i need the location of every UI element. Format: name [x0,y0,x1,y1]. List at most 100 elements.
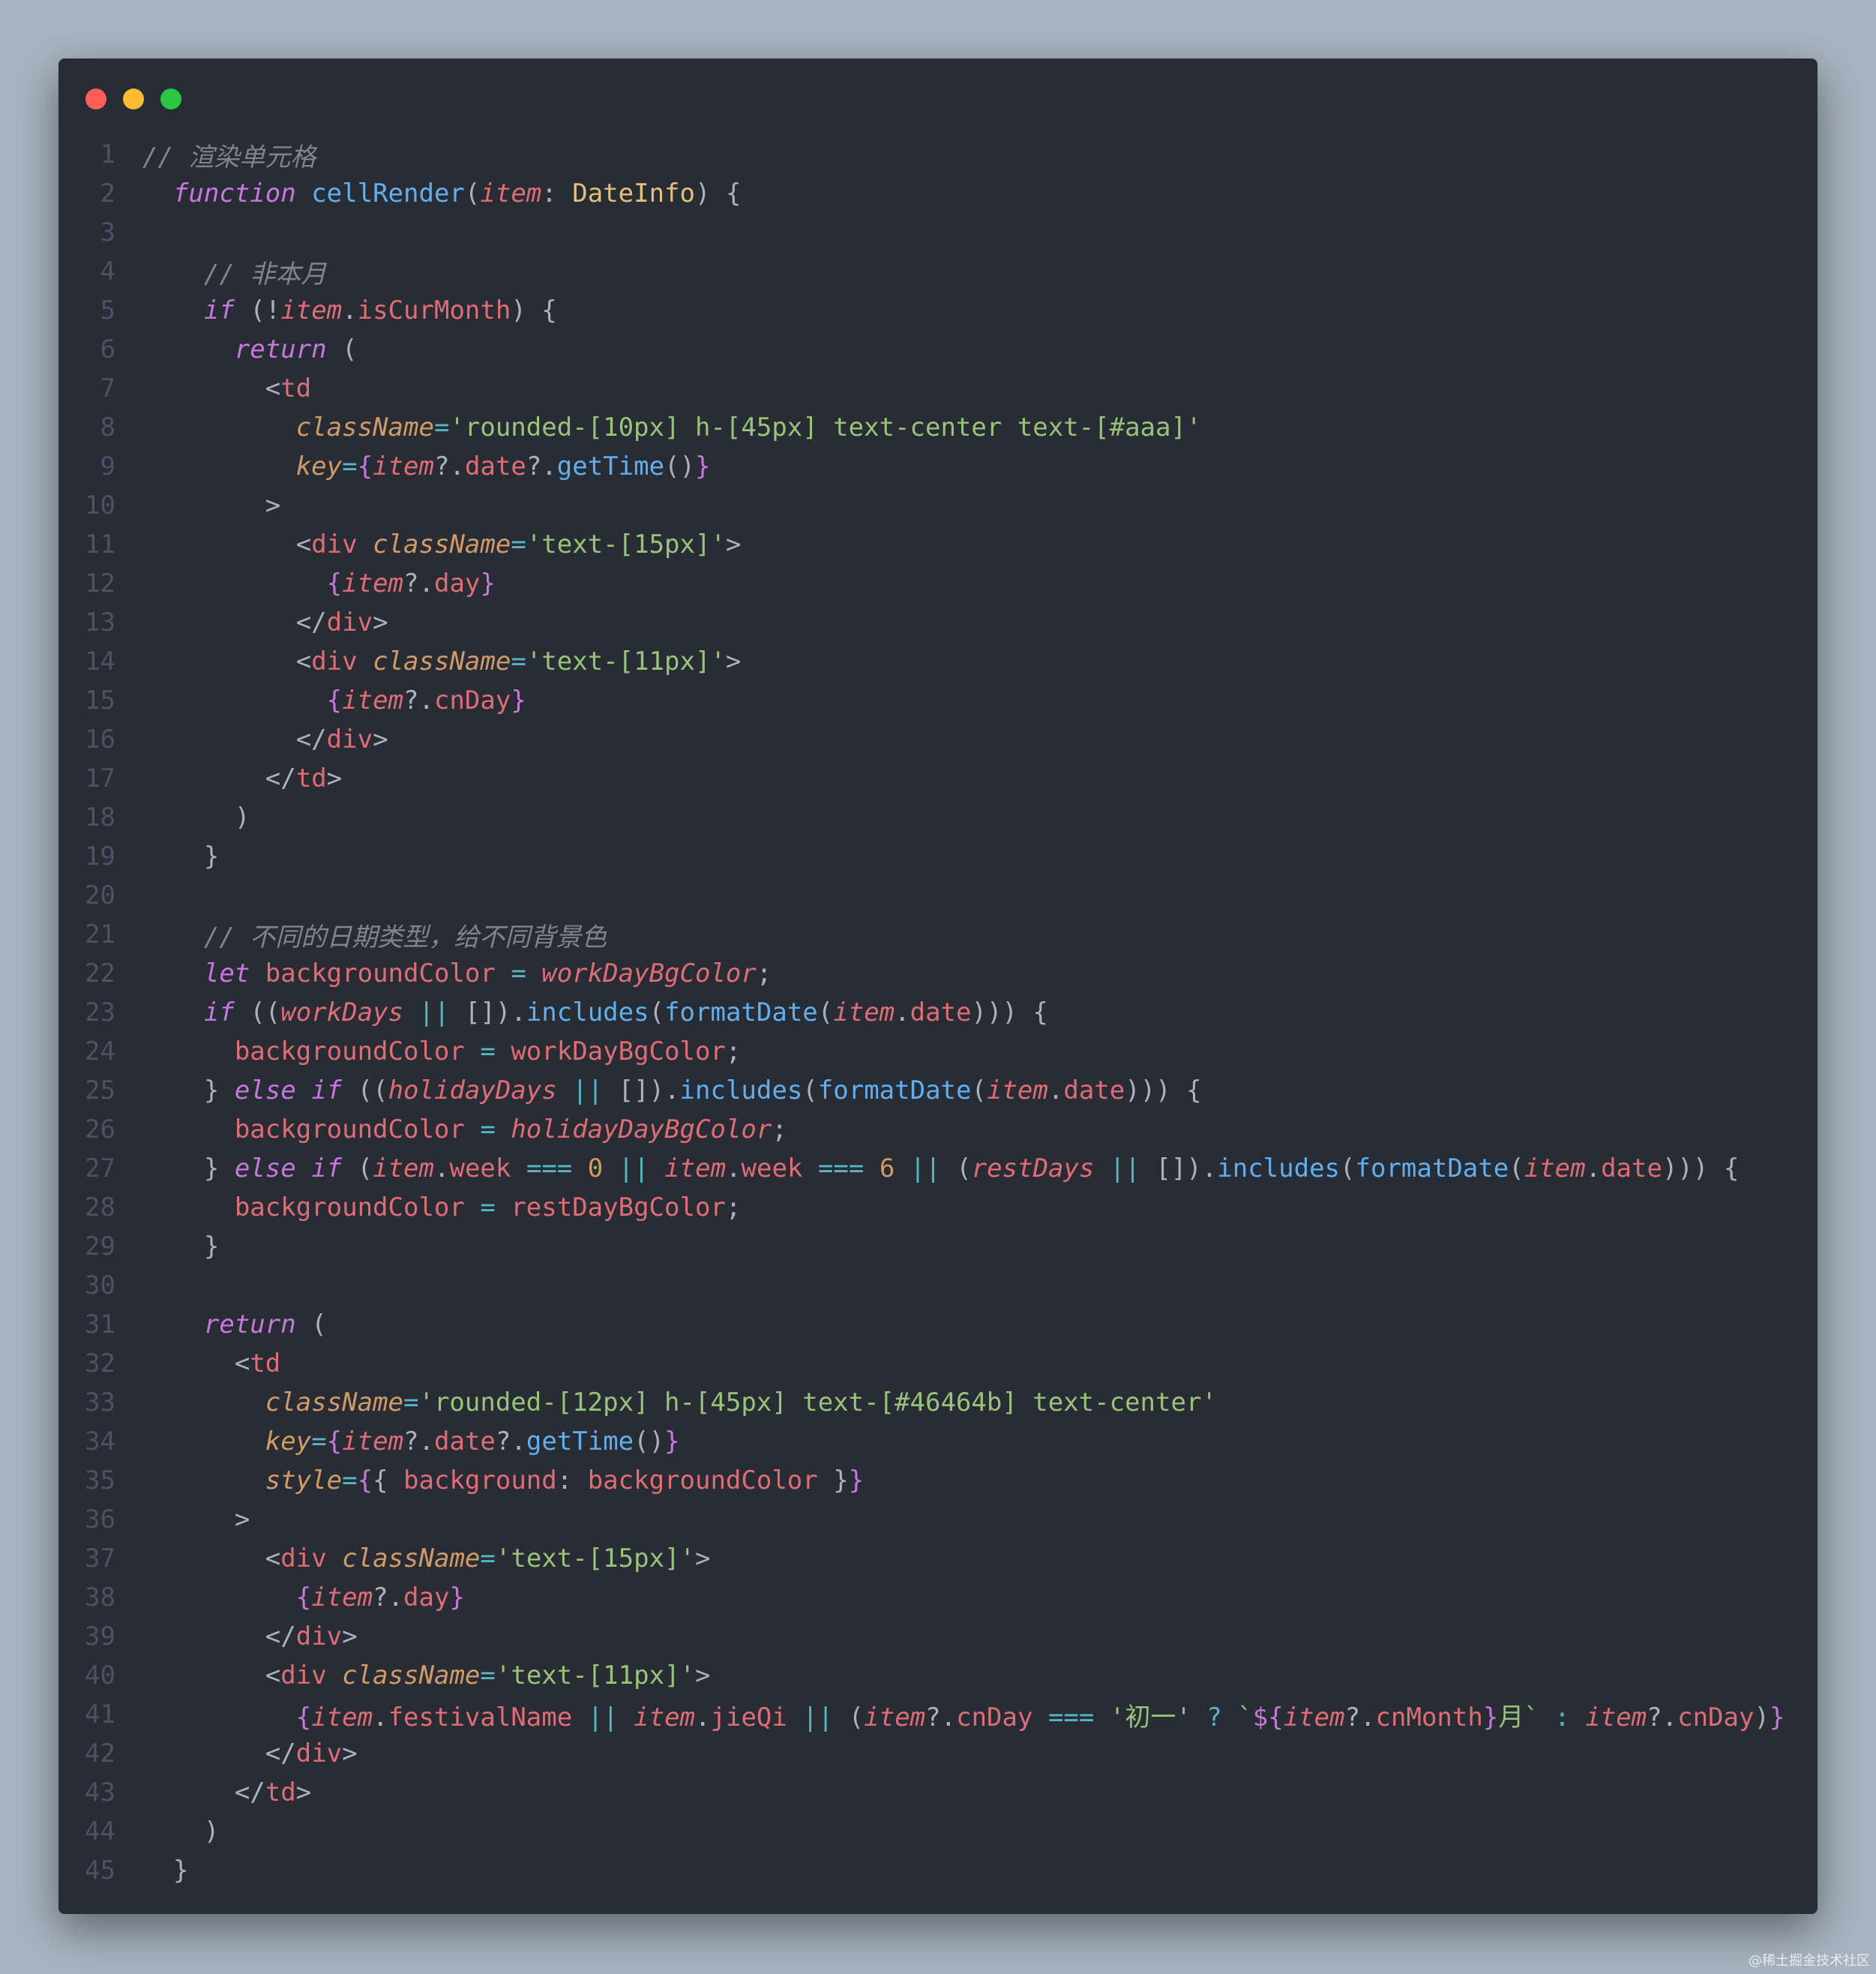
code-token: > [373,724,388,754]
code-token: 0 [587,1154,604,1184]
code-token: </ [295,608,327,638]
line-number: 5 [100,296,115,326]
code-token: { [326,686,343,716]
code-token: || [1109,1154,1140,1184]
code-token: td [280,374,312,404]
code-token: formatDate [664,998,818,1028]
code-editor[interactable]: 1// 渲染单元格 2 function cellRender(item: Dat… [58,135,1818,1890]
code-line: 15 {item?.cnDay} [58,681,1818,720]
line-text: <div className='text-[11px]'> [142,646,742,676]
code-token: item [1585,1702,1647,1732]
code-token: . [373,1702,388,1732]
line-text: } [142,1232,219,1262]
code-token: ?. [526,452,557,482]
code-token: cnDay [1677,1702,1755,1732]
code-token: } [480,568,496,598]
code-token: div [295,1622,343,1652]
line-text: backgroundColor = restDayBgColor; [142,1192,742,1222]
code-token: (! [234,296,281,326]
line-number: 45 [85,1856,115,1886]
code-token: > [295,1778,312,1808]
code-token: ` [1237,1702,1253,1732]
code-line: 36 > [58,1500,1818,1539]
line-number: 10 [85,490,115,520]
code-token: > [725,530,742,560]
code-token: || [618,1154,649,1184]
code-token: cnDay [956,1702,1033,1732]
code-token: > [694,1660,711,1690]
line-text: {item?.day} [142,568,496,598]
code-token: td [265,1778,296,1808]
code-token: } [695,452,711,482]
close-dot-icon[interactable] [85,88,106,110]
line-text: if ((workDays || []).includes(formatDate… [142,998,1048,1028]
line-number: 13 [85,608,115,638]
line-text: > [142,1504,250,1534]
code-line: 17 </td> [58,759,1818,798]
code-token: 'text-[11px]' [495,1660,695,1690]
line-text: key={item?.date?.getTime()} [142,452,711,482]
code-window: 1// 渲染单元格 2 function cellRender(item: Dat… [58,58,1818,1914]
code-token: = [342,1466,358,1496]
code-token: item [480,178,542,208]
code-line: 32 <td [58,1344,1818,1383]
code-token: { [1017,998,1048,1028]
code-token: restDayBgColor [511,1192,726,1222]
code-token: item [664,1154,727,1184]
code-line: 2 function cellRender(item: DateInfo) { [58,174,1818,213]
code-token: item [864,1702,926,1732]
code-line: 13 </div> [58,603,1818,642]
code-token: { [357,1466,373,1496]
line-number: 12 [85,568,115,598]
code-token: } [848,1466,865,1496]
line-number: 30 [85,1270,115,1300]
zoom-dot-icon[interactable] [160,88,181,110]
code-line: 21 // 不同的日期类型，给不同背景色 [58,915,1818,954]
code-token: ; [725,1192,742,1222]
code-token: div [326,724,373,754]
line-number: 38 [85,1582,115,1612]
code-token: item [280,296,343,326]
code-token: week [741,1154,803,1184]
code-token: day [433,568,481,598]
code-token: className [373,530,511,560]
code-token: = [403,1388,419,1418]
code-token: isCurMonth [357,296,511,326]
code-line: 33 className='rounded-[12px] h-[45px] te… [58,1383,1818,1422]
code-token: className [295,412,434,442]
code-token: } [203,1154,235,1184]
code-token: 6 [879,1154,895,1184]
line-number: 19 [85,842,115,872]
code-token: date [464,452,526,482]
code-token: background [403,1466,557,1496]
code-line: 27 } else if (item.week === 0 || item.we… [58,1149,1818,1188]
code-token: > [725,646,742,676]
code-token: workDayBgColor [511,1036,726,1066]
code-token: 'text-[15px]' [526,530,726,560]
code-token: formatDate [1355,1154,1509,1184]
minimize-dot-icon[interactable] [123,88,144,110]
code-token: return [203,1310,296,1340]
code-token: workDays [280,998,404,1028]
code-token: // 非本月 [203,259,327,290]
line-text: ) [142,802,250,832]
code-token: jieQi [710,1702,787,1732]
line-text: <div className='text-[15px]'> [142,1544,711,1574]
code-token: . [1047,1076,1064,1106]
code-token: item [1524,1154,1586,1184]
line-text: style={{ background: backgroundColor }} [142,1466,864,1496]
code-token: . [895,998,910,1028]
code-line: 29 } [58,1227,1818,1266]
code-token: < [265,1544,281,1574]
code-token: === [526,1154,573,1184]
code-token: = [480,1192,496,1222]
code-token: ?. [1344,1702,1376,1732]
